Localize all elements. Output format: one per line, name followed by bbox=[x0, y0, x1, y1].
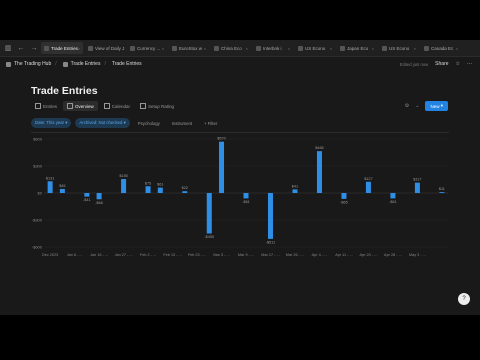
bar bbox=[292, 189, 298, 193]
data-label: -$455 bbox=[204, 235, 214, 239]
data-label: $465 bbox=[315, 146, 323, 150]
x-tick-label: Feb 2 - ... bbox=[140, 253, 156, 257]
bar bbox=[390, 193, 396, 199]
y-tick-label: -$600 bbox=[32, 245, 43, 250]
x-tick-label: Mar 9 - ... bbox=[238, 253, 254, 257]
data-label: $117 bbox=[413, 178, 421, 182]
data-label: $11 bbox=[439, 187, 445, 191]
bar bbox=[316, 151, 322, 193]
x-tick-label: Jan 16 - ... bbox=[90, 253, 108, 257]
data-label: -$66 bbox=[95, 201, 103, 205]
y-tick-label: $300 bbox=[33, 164, 43, 169]
bar bbox=[157, 187, 163, 193]
data-label: -$41 bbox=[83, 198, 91, 202]
data-label: $22 bbox=[182, 186, 188, 190]
data-label: $127 bbox=[364, 177, 372, 181]
x-tick-label: Mar 3 - ... bbox=[213, 253, 229, 257]
bar bbox=[206, 193, 212, 234]
bar bbox=[84, 193, 90, 197]
data-label: -$61 bbox=[389, 200, 397, 204]
bar-chart: $600 $300 $0 -$300 -$600 $131 Dec 2023 $45 Jan 6… bbox=[32, 137, 448, 257]
y-tick-label: $600 bbox=[33, 137, 43, 142]
y-tick-label: $0 bbox=[38, 191, 43, 196]
x-tick-label: Apr 4 - ... bbox=[312, 253, 328, 257]
bar bbox=[59, 188, 65, 193]
y-tick-label: -$300 bbox=[32, 218, 43, 223]
bar bbox=[219, 141, 225, 193]
bar bbox=[439, 192, 445, 193]
data-label: $131 bbox=[46, 176, 54, 180]
x-tick-label: Mar 26 - ... bbox=[286, 253, 304, 257]
bar bbox=[145, 186, 151, 193]
data-label: -$511 bbox=[266, 240, 275, 244]
bar bbox=[121, 179, 127, 193]
data-label: $45 bbox=[59, 184, 65, 188]
x-tick-label: Apr 11 - ... bbox=[335, 253, 352, 257]
x-tick-label: Apr 28 - ... bbox=[384, 253, 402, 257]
data-label: -$61 bbox=[242, 200, 250, 204]
x-tick-label: Feb 23 - ... bbox=[188, 253, 206, 257]
bar bbox=[96, 193, 102, 200]
data-label: -$65 bbox=[340, 200, 348, 204]
x-tick-label: Jan 6 - ... bbox=[67, 253, 83, 257]
x-tick-label: Apr 20 - ... bbox=[360, 253, 378, 257]
x-tick-label: May 3 - ... bbox=[409, 253, 426, 257]
app-window: ▥ ← → Trade Entries×View of Daily J×Curr… bbox=[0, 40, 480, 315]
bar bbox=[341, 193, 347, 199]
bar bbox=[243, 193, 249, 199]
data-label: $61 bbox=[157, 183, 163, 187]
data-label: $75 bbox=[145, 181, 151, 185]
x-tick-label: Feb 13 - ... bbox=[163, 253, 181, 257]
x-tick-label: Jan 27 - ... bbox=[115, 253, 133, 257]
help-button[interactable]: ? bbox=[458, 293, 470, 305]
data-label: $41 bbox=[292, 184, 298, 188]
bar bbox=[365, 181, 371, 193]
data-label: $155 bbox=[119, 174, 127, 178]
bar bbox=[47, 181, 53, 193]
bar bbox=[182, 191, 188, 193]
data-label: $570 bbox=[217, 137, 225, 141]
bar bbox=[267, 193, 273, 239]
bar bbox=[414, 182, 420, 193]
x-tick-label: Dec 2023 bbox=[42, 253, 58, 257]
x-tick-label: Mar 17 - ... bbox=[261, 253, 279, 257]
